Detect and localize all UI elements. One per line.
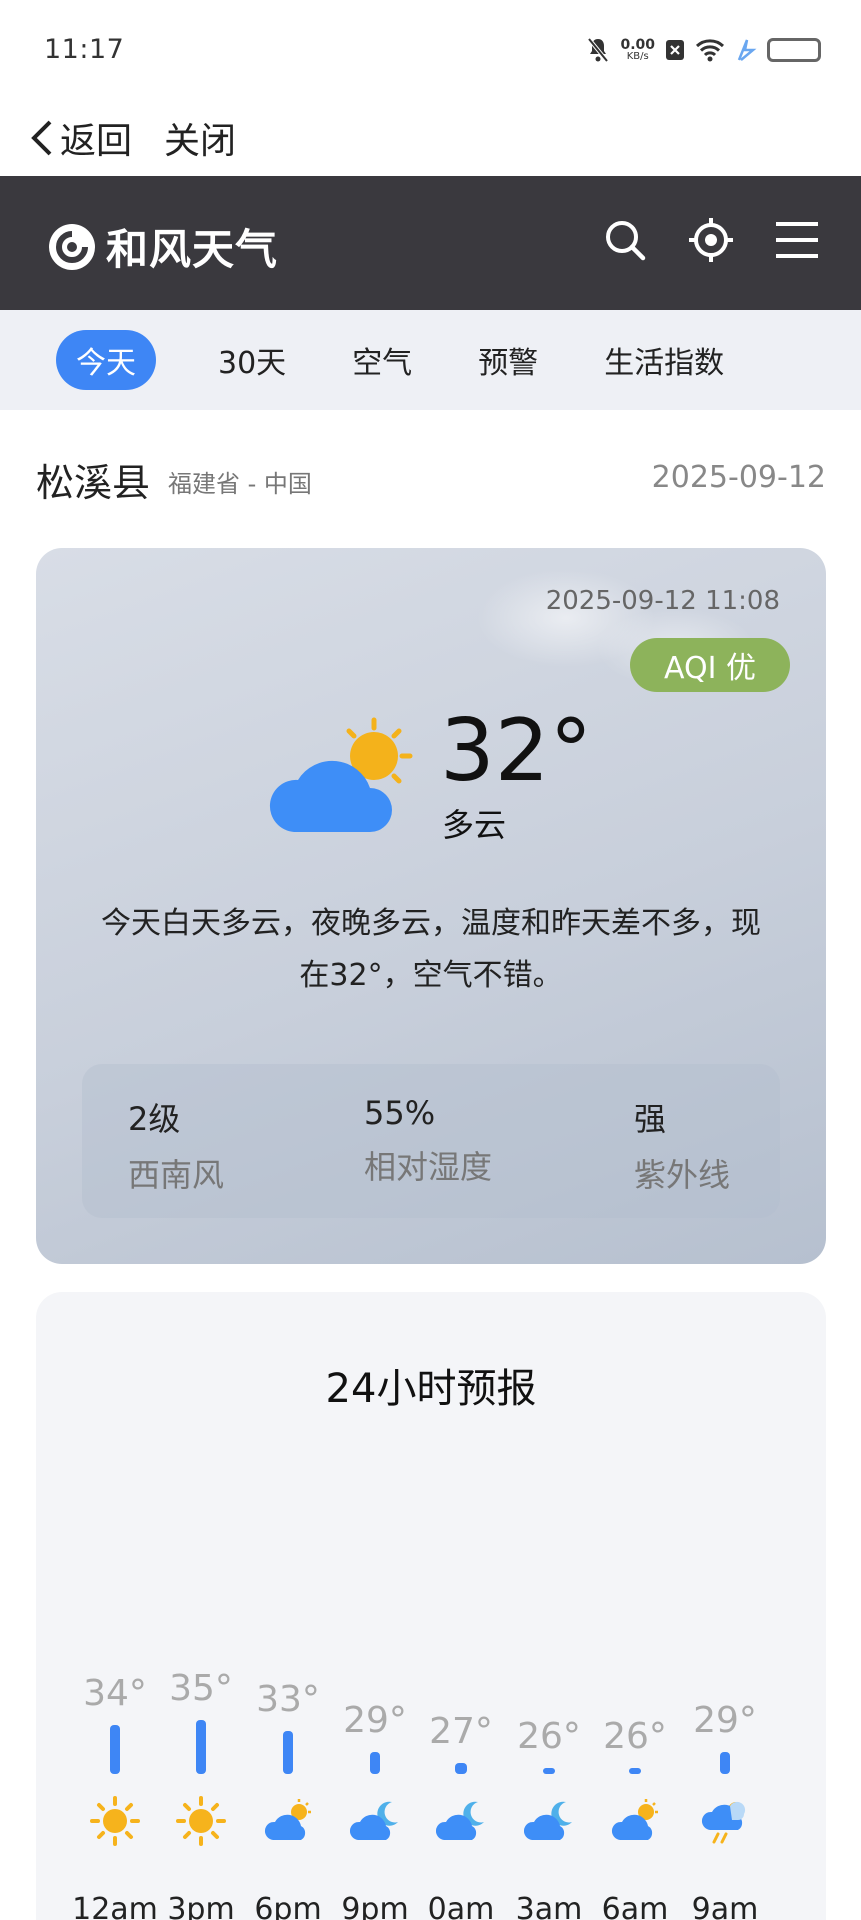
uv-stat: 强 紫外线 bbox=[634, 1094, 730, 1196]
uv-label: 紫外线 bbox=[634, 1156, 731, 1194]
hour-temperature: 33° bbox=[256, 1678, 320, 1720]
tab-30days[interactable]: 30天 bbox=[218, 338, 286, 382]
partly-cloudy-night-icon bbox=[523, 1796, 574, 1846]
forecast-hour-3pm: 35° 3pm bbox=[156, 1292, 246, 1920]
partly-cloudy-day-icon bbox=[610, 1796, 660, 1846]
aqi-badge[interactable]: AQI 优 bbox=[630, 638, 790, 692]
brand-swirl-icon bbox=[49, 223, 95, 270]
status-time: 11:17 bbox=[44, 34, 125, 65]
hour-label: 6pm bbox=[254, 1892, 322, 1920]
net-speed-value: 0.00 bbox=[620, 37, 655, 53]
humidity-label: 相对湿度 bbox=[364, 1148, 493, 1186]
weather-summary: 今天白天多云，夜晚多云，温度和昨天差不多，现在32°，空气不错。 bbox=[101, 906, 761, 993]
brand-logo[interactable]: 和风天气 bbox=[44, 216, 278, 277]
temp-bar bbox=[283, 1730, 293, 1774]
chevron-left-icon bbox=[31, 120, 52, 156]
hour-temperature: 34° bbox=[83, 1673, 147, 1715]
tab-bar: 今天 30天 空气 预警 生活指数 bbox=[0, 310, 861, 410]
forecast-hour-6am: 26° 6am bbox=[590, 1292, 680, 1920]
forecast-hour-9pm: 29° 9pm bbox=[330, 1292, 420, 1920]
wind-stat: 2级 西南风 bbox=[128, 1094, 224, 1196]
sun-icon bbox=[176, 1796, 226, 1846]
tab-life-index[interactable]: 生活指数 bbox=[604, 338, 724, 382]
tab-air[interactable]: 空气 bbox=[352, 338, 412, 382]
hour-temperature: 29° bbox=[693, 1700, 757, 1741]
temp-bar bbox=[370, 1752, 380, 1774]
hour-label: 3am bbox=[515, 1892, 583, 1920]
partly-cloudy-day-icon bbox=[263, 1796, 313, 1846]
city-name: 松溪县 bbox=[36, 461, 151, 505]
current-date: 2025-09-12 bbox=[651, 460, 826, 495]
temp-bar bbox=[629, 1768, 641, 1774]
partly-cloudy-night-icon bbox=[349, 1796, 400, 1846]
forecast-hour-6pm: 33° 6pm bbox=[243, 1292, 333, 1920]
partly-cloudy-night-icon bbox=[435, 1796, 486, 1846]
location-row: 松溪县 福建省 - 中国 2025-09-12 bbox=[36, 452, 826, 505]
net-speed: 0.00 KB/s bbox=[620, 38, 655, 62]
hour-label: 3pm bbox=[167, 1892, 235, 1920]
region-name: 福建省 - 中国 bbox=[168, 470, 312, 498]
weather-stats: 2级 西南风 55% 相对湿度 强 紫外线 bbox=[82, 1064, 780, 1218]
forecast-hour-0am: 27° 0am bbox=[416, 1292, 506, 1920]
hour-label: 12am bbox=[72, 1892, 158, 1920]
hour-temperature: 35° bbox=[169, 1668, 233, 1709]
back-label: 返回 bbox=[60, 121, 133, 162]
current-weather-card: 2025-09-12 11:08 AQI 优 32° 多云 今天白天多云，夜晚多… bbox=[36, 548, 826, 1264]
brand-header: 和风天气 bbox=[0, 176, 861, 310]
wifi-icon bbox=[695, 38, 725, 62]
temp-bar bbox=[543, 1768, 555, 1774]
hour-label: 9pm bbox=[341, 1892, 409, 1920]
locate-icon[interactable] bbox=[687, 216, 735, 264]
tab-alerts[interactable]: 预警 bbox=[478, 338, 538, 382]
hour-label: 0am bbox=[427, 1892, 495, 1920]
status-icons: 0.00 KB/s bbox=[586, 34, 821, 66]
current-temperature: 32° bbox=[440, 701, 593, 801]
thunder-rain-icon bbox=[700, 1796, 750, 1846]
hour-label: 6am bbox=[601, 1892, 669, 1920]
forecast-24h-hours: 34° 12am 35° 3pm 33° 6pm 29° 9pm 27° 0am 26° 3am 26°… bbox=[36, 1292, 826, 1920]
charging-bolt-icon bbox=[735, 38, 757, 62]
humidity-value: 55% bbox=[364, 1094, 436, 1132]
forecast-24h-card: 24小时预报 34° 12am 35° 3pm 33° 6pm 29° 9pm 27° 0am 26… bbox=[36, 1292, 826, 1920]
menu-icon[interactable] bbox=[773, 216, 821, 264]
uv-value: 强 bbox=[634, 1100, 667, 1138]
forecast-hour-3am: 26° 3am bbox=[504, 1292, 594, 1920]
hour-temperature: 29° bbox=[343, 1700, 407, 1741]
back-button[interactable]: 返回 bbox=[28, 108, 132, 168]
wind-level: 2级 bbox=[128, 1100, 181, 1138]
brand-actions bbox=[601, 216, 821, 264]
sun-icon bbox=[90, 1796, 140, 1846]
current-condition: 多云 bbox=[442, 806, 507, 844]
close-button[interactable]: 关闭 bbox=[164, 108, 236, 168]
partly-cloudy-day-icon bbox=[269, 717, 413, 832]
forecast-hour-9am: 29° 9am bbox=[680, 1292, 770, 1920]
net-speed-unit: KB/s bbox=[626, 51, 649, 62]
tab-today[interactable]: 今天 bbox=[56, 330, 156, 390]
search-icon[interactable] bbox=[601, 216, 649, 264]
humidity-stat: 55% 相对湿度 bbox=[364, 1094, 492, 1188]
mute-bell-icon bbox=[586, 37, 610, 63]
hour-temperature: 27° bbox=[429, 1710, 493, 1752]
observation-time: 2025-09-12 11:08 bbox=[545, 586, 780, 616]
hour-temperature: 26° bbox=[603, 1716, 667, 1757]
temp-bar bbox=[720, 1752, 730, 1774]
top-nav: 返回 关闭 bbox=[0, 100, 861, 176]
sim-disabled-icon bbox=[665, 39, 685, 61]
temp-bar bbox=[196, 1720, 206, 1774]
battery-icon bbox=[767, 38, 821, 62]
temp-bar bbox=[455, 1762, 467, 1774]
forecast-hour-12am: 34° 12am bbox=[70, 1292, 160, 1920]
temp-bar bbox=[110, 1725, 120, 1774]
hour-label: 9am bbox=[691, 1892, 759, 1920]
wind-direction: 西南风 bbox=[128, 1156, 225, 1194]
hour-temperature: 26° bbox=[517, 1716, 581, 1757]
status-bar: 11:17 0.00 KB/s bbox=[0, 0, 861, 100]
brand-name: 和风天气 bbox=[106, 225, 279, 274]
